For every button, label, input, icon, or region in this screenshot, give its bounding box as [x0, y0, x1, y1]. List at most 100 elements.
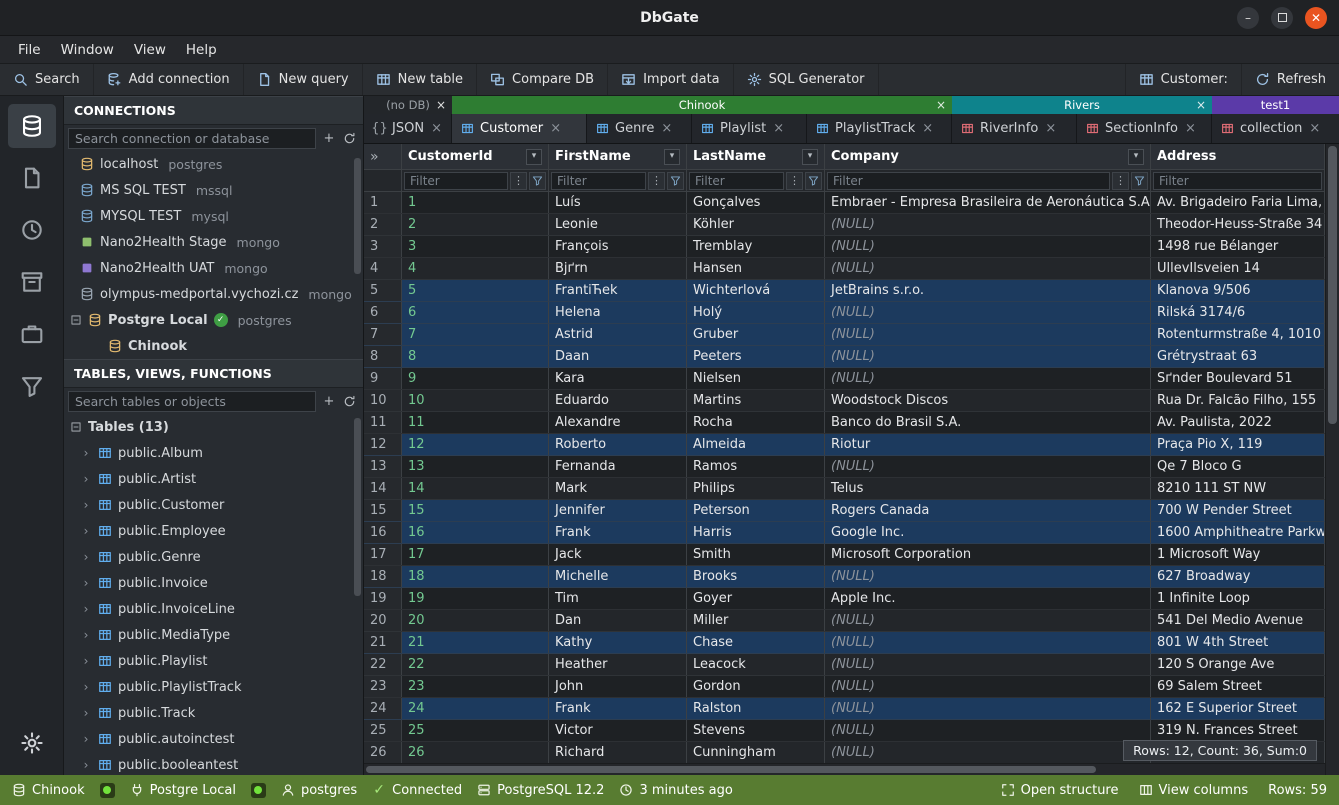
- grid-cell[interactable]: John: [549, 676, 687, 697]
- grid-cell[interactable]: 12: [364, 434, 402, 455]
- chevron-right-icon[interactable]: ›: [80, 759, 92, 771]
- compare-db-button[interactable]: Compare DB: [477, 64, 608, 95]
- table-item[interactable]: ›public.MediaType: [64, 622, 363, 648]
- rail-item-apps[interactable]: [8, 312, 56, 356]
- grid-cell[interactable]: Gordon: [687, 676, 825, 697]
- grid-cell[interactable]: Wichterlová: [687, 280, 825, 301]
- table-item[interactable]: ›public.Genre: [64, 544, 363, 570]
- grid-cell[interactable]: JetBrains s.r.o.: [825, 280, 1151, 301]
- column-header-lastname[interactable]: LastName▾: [687, 144, 825, 169]
- grid-cell[interactable]: Leonie: [549, 214, 687, 235]
- tab-customer[interactable]: Customer×: [452, 114, 587, 143]
- grid-cell[interactable]: (NULL): [825, 258, 1151, 279]
- grid-cell[interactable]: Philips: [687, 478, 825, 499]
- grid-cell[interactable]: 69 Salem Street: [1151, 676, 1325, 697]
- table-row[interactable]: 1818MichelleBrooks(NULL)627 Broadway: [364, 566, 1325, 588]
- grid-cell[interactable]: Riotur: [825, 434, 1151, 455]
- grid-cell[interactable]: 9: [402, 368, 549, 389]
- grid-cell[interactable]: Helena: [549, 302, 687, 323]
- grid-cell[interactable]: 4: [364, 258, 402, 279]
- grid-cell[interactable]: Holý: [687, 302, 825, 323]
- grid-cell[interactable]: Qe 7 Bloco G: [1151, 456, 1325, 477]
- grid-cell[interactable]: Smith: [687, 544, 825, 565]
- grid-cell[interactable]: Nielsen: [687, 368, 825, 389]
- rail-item-archive[interactable]: [8, 260, 56, 304]
- grid-cell[interactable]: 25: [364, 720, 402, 741]
- filter-kebab-button[interactable]: ⋮: [786, 172, 803, 190]
- filter-input[interactable]: Filter: [827, 172, 1110, 190]
- table-row[interactable]: 77AstridGruber(NULL)Rotenturmstraße 4, 1…: [364, 324, 1325, 346]
- grid-cell[interactable]: Theodor-Heuss-Straße 34: [1151, 214, 1325, 235]
- grid-cell[interactable]: (NULL): [825, 632, 1151, 653]
- close-icon[interactable]: ×: [921, 122, 934, 135]
- grid-cell[interactable]: Köhler: [687, 214, 825, 235]
- grid-cell[interactable]: 14: [402, 478, 549, 499]
- grid-cell[interactable]: 700 W Pender Street: [1151, 500, 1325, 521]
- grid-corner-expander[interactable]: »: [364, 144, 402, 169]
- table-row[interactable]: 1616FrankHarrisGoogle Inc.1600 Amphithea…: [364, 522, 1325, 544]
- filter-funnel-button[interactable]: [667, 172, 684, 190]
- grid-cell[interactable]: (NULL): [825, 742, 1151, 763]
- chevron-right-icon[interactable]: ›: [80, 525, 92, 537]
- horizontal-scrollbar-thumb[interactable]: [366, 766, 1096, 773]
- grid-cell[interactable]: Kathy: [549, 632, 687, 653]
- grid-cell[interactable]: (NULL): [825, 324, 1151, 345]
- table-row[interactable]: 44BjґrnHansen(NULL)UllevІlsveien 14: [364, 258, 1325, 280]
- status-postgre-local[interactable]: Postgre Local: [130, 783, 236, 798]
- grid-cell[interactable]: Alexandre: [549, 412, 687, 433]
- grid-cell[interactable]: Jennifer: [549, 500, 687, 521]
- tab-group-chinook[interactable]: Chinook×: [452, 96, 952, 114]
- close-button[interactable]: ✕: [1305, 7, 1327, 29]
- rail-item-files[interactable]: [8, 156, 56, 200]
- table-row[interactable]: 1111AlexandreRochaBanco do Brasil S.A.Av…: [364, 412, 1325, 434]
- column-dropdown-icon[interactable]: ▾: [802, 149, 818, 165]
- column-dropdown-icon[interactable]: ▾: [664, 149, 680, 165]
- grid-cell[interactable]: (NULL): [825, 676, 1151, 697]
- table-row[interactable]: 2525VictorStevens(NULL)319 N. Frances St…: [364, 720, 1325, 742]
- grid-cell[interactable]: Ralston: [687, 698, 825, 719]
- grid-cell[interactable]: Bjґrn: [549, 258, 687, 279]
- table-row[interactable]: 2222HeatherLeacock(NULL)120 S Orange Ave: [364, 654, 1325, 676]
- grid-cell[interactable]: (NULL): [825, 368, 1151, 389]
- grid-cell[interactable]: Mark: [549, 478, 687, 499]
- grid-cell[interactable]: Gruber: [687, 324, 825, 345]
- grid-cell[interactable]: (NULL): [825, 720, 1151, 741]
- table-row[interactable]: 1919TimGoyerApple Inc.1 Infinite Loop: [364, 588, 1325, 610]
- chevron-right-icon[interactable]: ›: [80, 733, 92, 745]
- chevron-right-icon[interactable]: ›: [80, 499, 92, 511]
- grid-cell[interactable]: Kara: [549, 368, 687, 389]
- close-icon[interactable]: ×: [772, 122, 785, 135]
- tab-group-test1[interactable]: test1: [1212, 96, 1339, 114]
- grid-cell[interactable]: Richard: [549, 742, 687, 763]
- status-chinook[interactable]: Chinook: [12, 783, 85, 798]
- grid-cell[interactable]: Heather: [549, 654, 687, 675]
- grid-cell[interactable]: 19: [402, 588, 549, 609]
- table-row[interactable]: 22LeonieKöhler(NULL)Theodor-Heuss-Straße…: [364, 214, 1325, 236]
- grid-cell[interactable]: Woodstock Discos: [825, 390, 1151, 411]
- tab-genre[interactable]: Genre×: [587, 114, 692, 143]
- grid-cell[interactable]: Goyer: [687, 588, 825, 609]
- close-icon[interactable]: ×: [935, 99, 947, 111]
- connection-item[interactable]: localhostpostgres: [64, 151, 363, 177]
- grid-cell[interactable]: FrantiЋek: [549, 280, 687, 301]
- grid-cell[interactable]: 6: [402, 302, 549, 323]
- connection-item[interactable]: Nano2Health Stagemongo: [64, 229, 363, 255]
- grid-cell[interactable]: 16: [364, 522, 402, 543]
- table-item[interactable]: ›public.booleantest: [64, 752, 363, 775]
- table-item[interactable]: ›public.InvoiceLine: [64, 596, 363, 622]
- tab-playlisttrack[interactable]: PlaylistTrack×: [807, 114, 952, 143]
- grid-cell[interactable]: 19: [364, 588, 402, 609]
- grid-cell[interactable]: Hansen: [687, 258, 825, 279]
- grid-cell[interactable]: 21: [402, 632, 549, 653]
- grid-cell[interactable]: Gonçalves: [687, 192, 825, 213]
- grid-cell[interactable]: 18: [402, 566, 549, 587]
- status-postgres[interactable]: postgres: [281, 783, 357, 798]
- connection-item[interactable]: olympus-medportal.vychozi.czmongo: [64, 281, 363, 307]
- menu-item-view[interactable]: View: [124, 38, 176, 62]
- connection-item[interactable]: Chinook: [64, 333, 363, 359]
- close-icon[interactable]: ×: [660, 122, 673, 135]
- grid-cell[interactable]: 2: [402, 214, 549, 235]
- grid-cell[interactable]: 10: [402, 390, 549, 411]
- grid-cell[interactable]: 162 E Superior Street: [1151, 698, 1325, 719]
- grid-cell[interactable]: 22: [364, 654, 402, 675]
